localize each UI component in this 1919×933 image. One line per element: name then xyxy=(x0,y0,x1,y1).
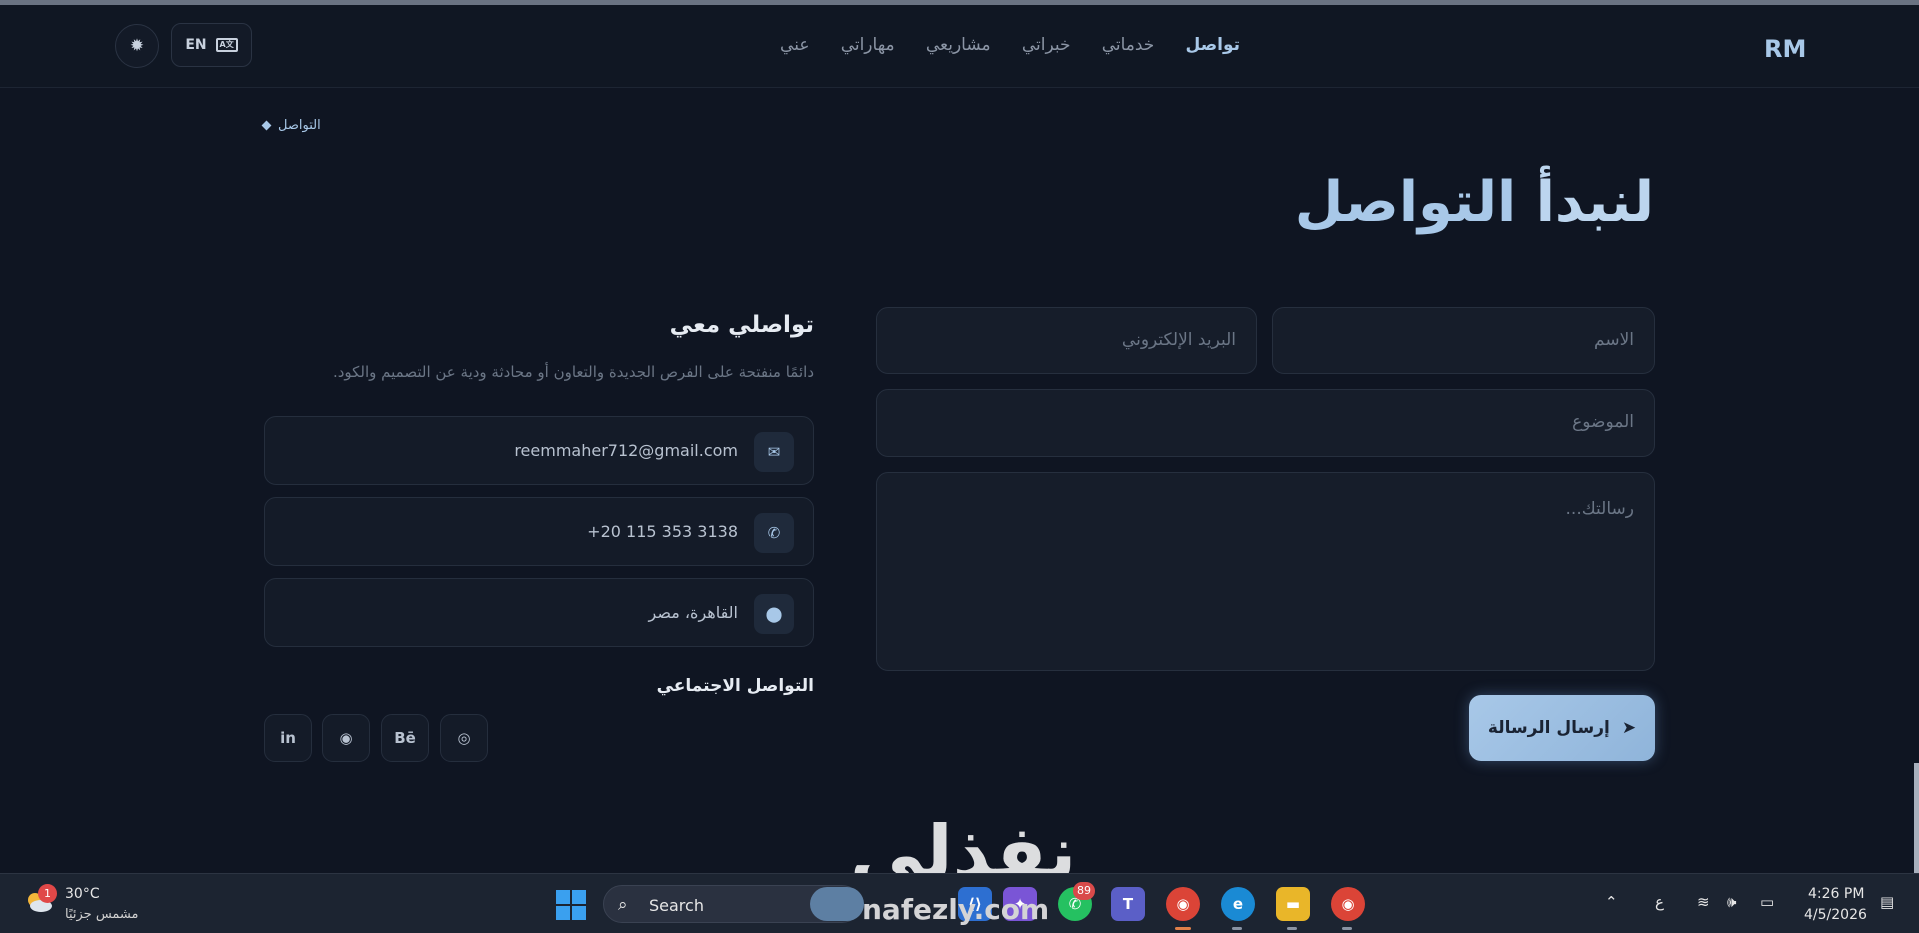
subject-placeholder: الموضوع xyxy=(1572,412,1634,432)
nav-item-contact[interactable]: تواصل xyxy=(1186,35,1240,61)
message-placeholder: رسالتك... xyxy=(1565,499,1634,519)
email-field[interactable]: البريد الإلكتروني xyxy=(876,307,1257,374)
teams-icon[interactable]: T xyxy=(1111,887,1145,921)
taskview-thumbnail-icon[interactable] xyxy=(810,887,864,921)
send-message-button[interactable]: ➤ إرسال الرسالة xyxy=(1469,695,1655,761)
chevron-up-icon[interactable]: ⌃ xyxy=(1605,893,1618,911)
location-card: ⬤ القاهرة، مصر xyxy=(264,578,814,647)
weather-notification-badge: 1 xyxy=(38,884,57,903)
weather-temperature: 30°C xyxy=(65,886,100,902)
linkedin-button[interactable]: in xyxy=(264,714,312,762)
language-toggle-button[interactable]: EN A文 xyxy=(171,23,252,67)
social-title: التواصل الاجتماعي xyxy=(656,676,814,696)
nav-item-services[interactable]: خدماتي xyxy=(1102,35,1155,61)
paper-plane-icon: ➤ xyxy=(1621,718,1637,738)
main-nav: تواصل خدماتي خبراتي مشاريعي مهاراتي عني xyxy=(780,35,1240,61)
watermark-latin: nafezly.com xyxy=(862,893,1050,926)
clock-time[interactable]: 4:26 PM xyxy=(1808,886,1864,902)
site-logo[interactable]: RM xyxy=(1764,35,1806,63)
scrollbar-thumb[interactable] xyxy=(1914,763,1919,873)
page-title-first-word: لنبدأ xyxy=(1535,170,1654,235)
github-button[interactable]: ◉ xyxy=(322,714,370,762)
breadcrumb: التواصل xyxy=(261,118,321,133)
search-icon: ⌕ xyxy=(618,895,628,915)
nav-item-skills[interactable]: مهاراتي xyxy=(841,35,895,61)
search-label: Search xyxy=(649,896,704,915)
email-text: reemmaher712@gmail.com xyxy=(514,441,738,460)
theme-toggle-button[interactable]: ✹ xyxy=(115,24,159,68)
chrome-icon[interactable]: ◉ xyxy=(1166,887,1200,921)
email-placeholder: البريد الإلكتروني xyxy=(1121,330,1236,350)
volume-icon[interactable]: 🕪 xyxy=(1727,893,1736,911)
page-title-second-word: التواصل xyxy=(1294,170,1517,235)
envelope-icon: ✉ xyxy=(754,432,794,472)
wifi-icon[interactable]: ≋ xyxy=(1697,893,1710,911)
email-card[interactable]: ✉ reemmaher712@gmail.com xyxy=(264,416,814,485)
weather-description: مشمس جزئيًا xyxy=(65,907,139,922)
windows-start-icon[interactable] xyxy=(556,890,586,920)
phone-card[interactable]: ✆ +20 115 353 3138 xyxy=(264,497,814,566)
chrome-profile-icon[interactable]: ◉ xyxy=(1331,887,1365,921)
whatsapp-badge: 89 xyxy=(1073,882,1095,900)
diamond-icon xyxy=(261,120,272,131)
phone-text: +20 115 353 3138 xyxy=(587,522,738,541)
phone-icon: ✆ xyxy=(754,513,794,553)
chrome-profile-running-indicator xyxy=(1342,927,1352,930)
location-pin-icon: ⬤ xyxy=(754,594,794,634)
instagram-icon: ◎ xyxy=(457,729,471,747)
subject-field[interactable]: الموضوع xyxy=(876,389,1655,457)
contact-section-title: تواصلي معي xyxy=(669,312,814,338)
breadcrumb-label: التواصل xyxy=(278,118,321,133)
edge-icon[interactable]: e xyxy=(1221,887,1255,921)
notification-bell-icon[interactable]: ▤ xyxy=(1880,893,1894,911)
sun-icon: ✹ xyxy=(129,36,145,56)
language-label: EN xyxy=(185,37,207,53)
chrome-active-indicator xyxy=(1175,927,1191,930)
edge-running-indicator xyxy=(1232,927,1242,930)
battery-icon[interactable]: ▭ xyxy=(1760,893,1774,911)
nav-item-about[interactable]: عني xyxy=(780,35,809,61)
page-title: لنبدأ التواصل xyxy=(1295,170,1654,235)
file-explorer-icon[interactable]: ▬ xyxy=(1276,887,1310,921)
explorer-running-indicator xyxy=(1287,927,1297,930)
github-icon: ◉ xyxy=(339,729,353,747)
contact-section-description: دائمًا منفتحة على الفرص الجديدة والتعاون… xyxy=(332,363,814,381)
clock-date[interactable]: 4/5/2026 xyxy=(1804,907,1867,923)
nav-item-projects[interactable]: مشاريعي xyxy=(926,35,991,61)
message-textarea[interactable]: رسالتك... xyxy=(876,472,1655,671)
behance-button[interactable]: Bē xyxy=(381,714,429,762)
translate-icon: A文 xyxy=(215,38,238,52)
behance-icon: Bē xyxy=(394,729,416,747)
location-text: القاهرة، مصر xyxy=(648,603,738,622)
keyboard-language[interactable]: ع xyxy=(1655,893,1664,911)
name-field[interactable]: الاسم xyxy=(1272,307,1655,374)
nav-item-experience[interactable]: خبراتي xyxy=(1022,35,1071,61)
linkedin-icon: in xyxy=(280,729,296,747)
instagram-button[interactable]: ◎ xyxy=(440,714,488,762)
name-placeholder: الاسم xyxy=(1594,330,1634,350)
send-message-label: إرسال الرسالة xyxy=(1487,718,1610,738)
navbar: ✹ EN A文 تواصل خدماتي خبراتي مشاريعي مهار… xyxy=(0,5,1919,88)
